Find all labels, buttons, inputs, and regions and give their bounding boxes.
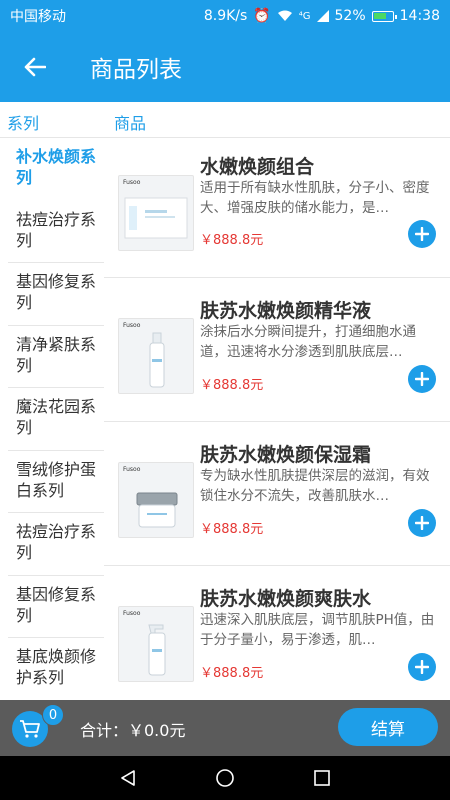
- product-name: 水嫩焕颜组合: [200, 156, 315, 178]
- add-to-cart-button[interactable]: [408, 220, 436, 248]
- series-sidebar[interactable]: 补水焕颜系列 祛痘治疗系列 基因修复系列 清净紧肤系列 魔法花园系列 雪绒修护蛋…: [0, 138, 104, 700]
- product-price: ￥888.8元: [200, 522, 264, 537]
- product-card[interactable]: Fusoo 肤苏水嫩焕颜精华液 涂抹后水分瞬间提升，打通细胞水通道，迅速将水分渗…: [104, 278, 450, 422]
- product-box-image: [124, 197, 188, 239]
- back-triangle-icon[interactable]: [119, 769, 137, 787]
- sidebar-item-label: 清净紧肤系列: [16, 334, 97, 375]
- sidebar-item-label: 祛痘治疗系列: [16, 209, 97, 250]
- sidebar-item-label: 补水焕颜系列: [16, 147, 97, 187]
- product-name: 肤苏水嫩焕颜精华液: [200, 300, 372, 322]
- product-price: ￥888.8元: [200, 666, 264, 681]
- battery-icon: [371, 10, 397, 22]
- sidebar-item-label: 魔法花园系列: [16, 397, 97, 437]
- back-arrow-icon[interactable]: [0, 32, 70, 102]
- sidebar-item-label: 祛痘治疗系列: [16, 522, 97, 562]
- product-description: 迅速深入肌肤底层，调节肌肤PH值，由于分子量小，易于渗透，肌…: [200, 612, 435, 648]
- cream-jar-image: [136, 492, 178, 528]
- status-bar: 中国移动 8.9K/s ⏰ ⁴G 52% 14:38: [0, 0, 450, 32]
- brand-logo: Fusoo: [123, 466, 141, 473]
- cart-count-badge: 0: [42, 704, 64, 726]
- sidebar-item-gene-repair[interactable]: 基因修复系列: [8, 263, 104, 326]
- product-card[interactable]: Fusoo 肤苏水嫩焕颜保湿霜 专为缺水性肌肤提供深层的滋润，有效锁住水分不流失…: [104, 422, 450, 566]
- add-to-cart-button[interactable]: [408, 653, 436, 681]
- product-card[interactable]: Fusoo 肤苏水嫩焕颜爽肤水 迅速深入肌肤底层，调节肌肤PH值，由于分子量小，…: [104, 566, 450, 700]
- product-list[interactable]: Fusoo 水嫩焕颜组合 适用于所有缺水性肌肤，分子小、密度大、增强皮肤的储水能…: [104, 138, 450, 700]
- system-nav-bar: [0, 756, 450, 800]
- serum-bottle-image: [149, 332, 165, 388]
- brand-logo: Fusoo: [123, 322, 141, 329]
- product-name: 肤苏水嫩焕颜保湿霜: [200, 444, 372, 466]
- toner-bottle-image: [148, 624, 166, 676]
- sidebar-item-garden[interactable]: 魔法花园系列: [8, 388, 104, 451]
- sidebar-item-protein[interactable]: 雪绒修护蛋白系列: [8, 451, 104, 513]
- sidebar-item-gene-repair-2[interactable]: 基因修复系列: [8, 576, 104, 638]
- sidebar-item-base-repair[interactable]: 基底焕颜修护系列: [8, 638, 104, 700]
- clock: 14:38: [399, 8, 440, 24]
- sidebar-item-label: 基因修复系列: [16, 584, 97, 625]
- product-name: 肤苏水嫩焕颜爽肤水: [200, 588, 372, 610]
- carrier: 中国移动: [10, 9, 66, 25]
- signal-icon: [316, 10, 329, 22]
- product-image: Fusoo: [118, 175, 194, 251]
- product-description: 专为缺水性肌肤提供深层的滋润，有效锁住水分不流失，改善肌肤水…: [200, 468, 430, 504]
- product-description: 涂抹后水分瞬间提升，打通细胞水通道，迅速将水分渗透到肌肤底层…: [200, 324, 416, 360]
- signal-type: ⁴G: [298, 10, 311, 22]
- plus-icon: [415, 660, 429, 674]
- sidebar-item-hydrating[interactable]: 补水焕颜系列: [8, 138, 104, 201]
- plus-icon: [415, 227, 429, 241]
- sidebar-item-acne[interactable]: 祛痘治疗系列: [8, 201, 104, 263]
- product-price: ￥888.8元: [200, 378, 264, 393]
- sidebar-item-label: 基因修复系列: [16, 272, 97, 312]
- sidebar-item-label: 雪绒修护蛋白系列: [16, 459, 97, 500]
- checkout-button[interactable]: 结算: [338, 708, 438, 746]
- product-image: Fusoo: [118, 318, 194, 394]
- cart-bar: 0 合计：￥0.0元 结算: [0, 700, 450, 756]
- product-image: Fusoo: [118, 462, 194, 538]
- network-speed: 8.9K/s: [203, 8, 248, 24]
- cart-total: 合计：￥0.0元: [80, 721, 186, 740]
- brand-logo: Fusoo: [123, 610, 141, 617]
- product-description: 适用于所有缺水性肌肤，分子小、密度大、增强皮肤的储水能力，是…: [200, 180, 430, 216]
- page-title: 商品列表: [90, 57, 182, 83]
- sidebar-item-label: 基底焕颜修护系列: [16, 647, 97, 687]
- add-to-cart-button[interactable]: [408, 509, 436, 537]
- product-card[interactable]: Fusoo 水嫩焕颜组合 适用于所有缺水性肌肤，分子小、密度大、增强皮肤的储水能…: [104, 138, 450, 278]
- home-circle-icon[interactable]: [215, 768, 235, 788]
- add-to-cart-button[interactable]: [408, 365, 436, 393]
- brand-logo: Fusoo: [123, 179, 141, 186]
- wifi-icon: [277, 10, 292, 21]
- product-image: Fusoo: [118, 606, 194, 682]
- app-bar: 商品列表: [0, 32, 450, 102]
- plus-icon: [415, 372, 429, 386]
- battery-percent: 52%: [334, 8, 366, 24]
- shopping-cart-icon: [20, 720, 40, 738]
- sidebar-item-firming[interactable]: 清净紧肤系列: [8, 326, 104, 388]
- recents-square-icon[interactable]: [313, 769, 331, 787]
- products-header: 商品: [114, 114, 147, 133]
- plus-icon: [415, 516, 429, 530]
- product-price: ￥888.8元: [200, 233, 264, 248]
- alarm-icon: ⏰: [253, 8, 271, 24]
- series-header: 系列: [7, 114, 40, 133]
- sidebar-item-acne-2[interactable]: 祛痘治疗系列: [8, 513, 104, 576]
- column-headers: 系列 商品: [0, 102, 450, 138]
